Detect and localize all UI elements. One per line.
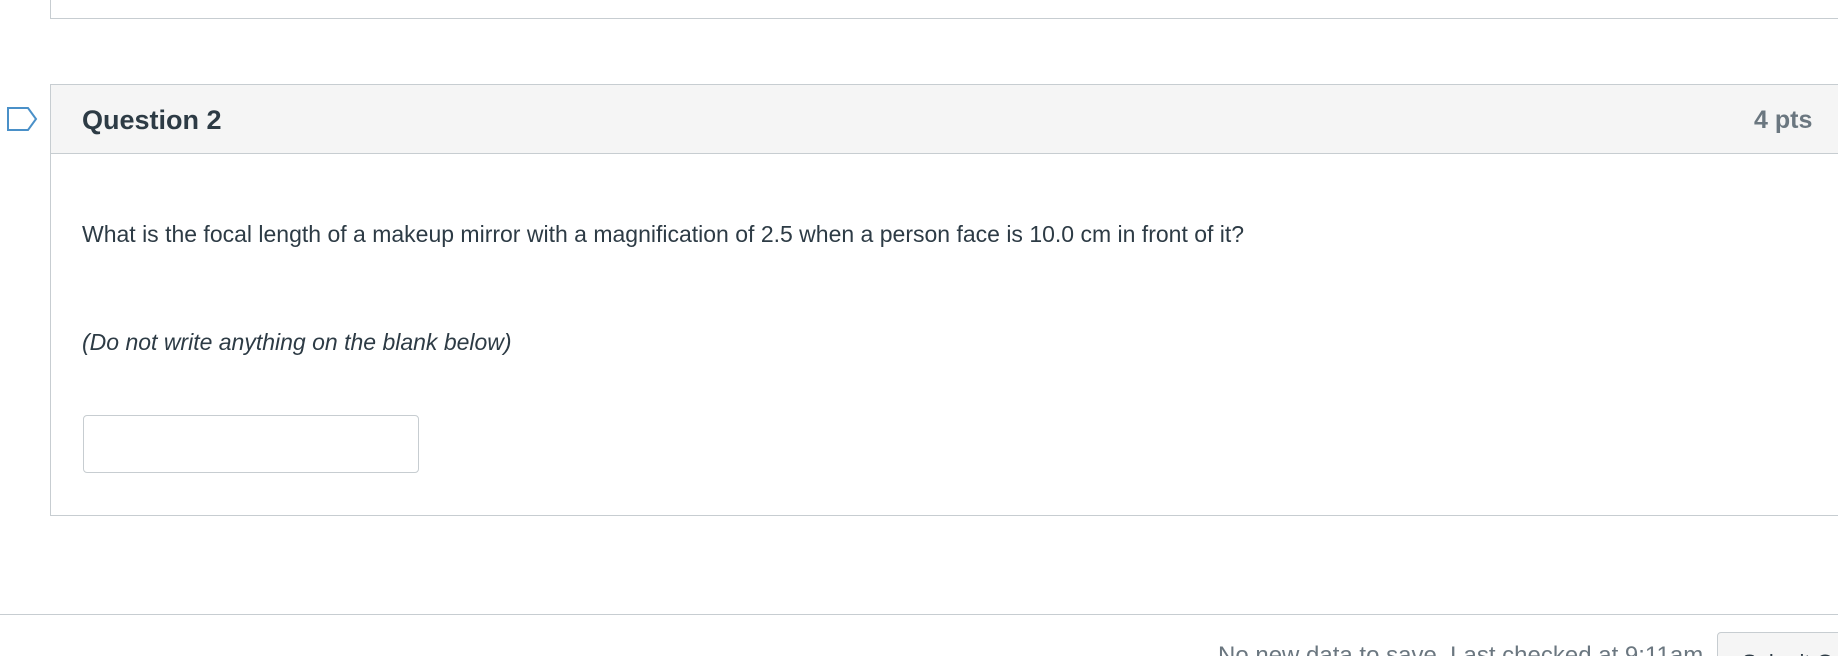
question-note: (Do not write anything on the blank belo… xyxy=(82,329,512,355)
question-title: Question 2 xyxy=(82,105,222,135)
question-points: 4 pts xyxy=(1754,106,1813,134)
question-box: Question 2 4 pts What is the focal lengt… xyxy=(50,84,1838,516)
save-status-text: No new data to save. Last checked at 9:1… xyxy=(1218,642,1704,656)
flag-icon[interactable] xyxy=(6,106,38,132)
quiz-page: Question 2 4 pts What is the focal lengt… xyxy=(0,0,1838,656)
footer-divider xyxy=(0,614,1838,615)
question-header: Question 2 4 pts xyxy=(51,85,1838,154)
answer-input[interactable] xyxy=(83,415,419,473)
question-text: What is the focal length of a makeup mir… xyxy=(82,221,1245,247)
submit-quiz-button[interactable]: Submit Q xyxy=(1717,632,1838,656)
previous-question-box xyxy=(50,0,1838,19)
